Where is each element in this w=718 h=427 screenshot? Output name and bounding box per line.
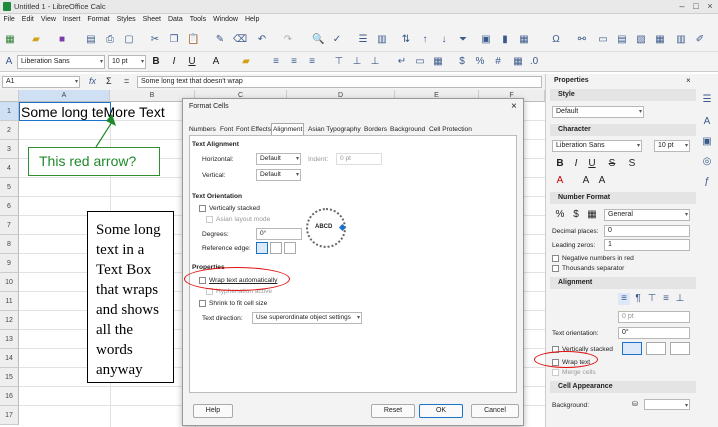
horizontal-value: Default [260,155,281,162]
indent-label: Indent: [308,156,329,163]
dial-handle-icon[interactable] [338,223,347,232]
format-cells-dialog: Format Cells × Numbers Font Font Effects… [182,98,524,426]
tab-background[interactable]: Background [389,124,426,135]
shrink-to-fit-label: Shrink to fit cell size [209,300,268,307]
dial-text: ABCD [315,224,333,230]
tab-alignment[interactable]: Alignment [271,123,305,135]
vertical-value: Default [260,171,281,178]
tab-asian-typography[interactable]: Asian Typography [307,124,362,135]
horizontal-select[interactable]: Default ▾ [256,153,301,165]
chevron-down-icon: ▾ [295,156,299,162]
tab-numbers[interactable]: Numbers [188,124,217,135]
degrees-value: 0° [260,230,267,237]
tab-font-effects[interactable]: Font Effects [235,124,272,135]
reference-edge-label: Reference edge: [202,245,251,252]
degrees-spinner[interactable]: 0° [256,228,302,240]
reference-edge-top-button[interactable] [270,242,282,254]
vertically-stacked-checkbox[interactable] [199,205,206,212]
cancel-button[interactable]: Cancel [471,404,519,418]
chevron-down-icon: ▾ [295,172,299,178]
text-direction-label: Text direction: [202,315,243,322]
dialog-title: Format Cells [189,103,229,110]
ok-button[interactable]: OK [419,404,463,418]
text-direction-select[interactable]: Use superordinate object settings ▾ [252,312,362,324]
indent-value: 0 pt [340,155,351,162]
vertical-label: Vertical: [202,172,226,179]
asian-layout-label: Asian layout mode [216,216,271,223]
wrap-text-highlight [184,267,290,291]
tab-borders[interactable]: Borders [363,124,388,135]
shrink-to-fit-checkbox[interactable] [199,300,206,307]
text-alignment-heading: Text Alignment [192,141,239,148]
vertical-select[interactable]: Default ▾ [256,169,301,181]
reset-button[interactable]: Reset [371,404,415,418]
asian-layout-checkbox[interactable] [206,216,213,223]
tab-font[interactable]: Font [219,124,234,135]
chevron-down-icon: ▾ [356,315,360,321]
degrees-label: Degrees: [202,231,229,238]
help-button[interactable]: Help [193,404,233,418]
sidebar-wrap-text-highlight [534,351,598,368]
horizontal-label: Horizontal: [202,156,234,163]
vertically-stacked-label: Vertically stacked [209,205,260,212]
reference-edge-bottom-button[interactable] [256,242,268,254]
reference-edge-inside-button[interactable] [284,242,296,254]
indent-spinner[interactable]: 0 pt [336,153,382,165]
alignment-panel: Text Alignment Horizontal: Default ▾ Inde… [189,135,517,393]
dialog-close-icon[interactable]: × [511,101,517,112]
text-direction-value: Use superordinate object settings [256,314,351,321]
tab-cell-protection[interactable]: Cell Protection [428,124,473,135]
orientation-dial[interactable]: ABCD [306,208,347,248]
text-orientation-heading: Text Orientation [192,193,243,200]
